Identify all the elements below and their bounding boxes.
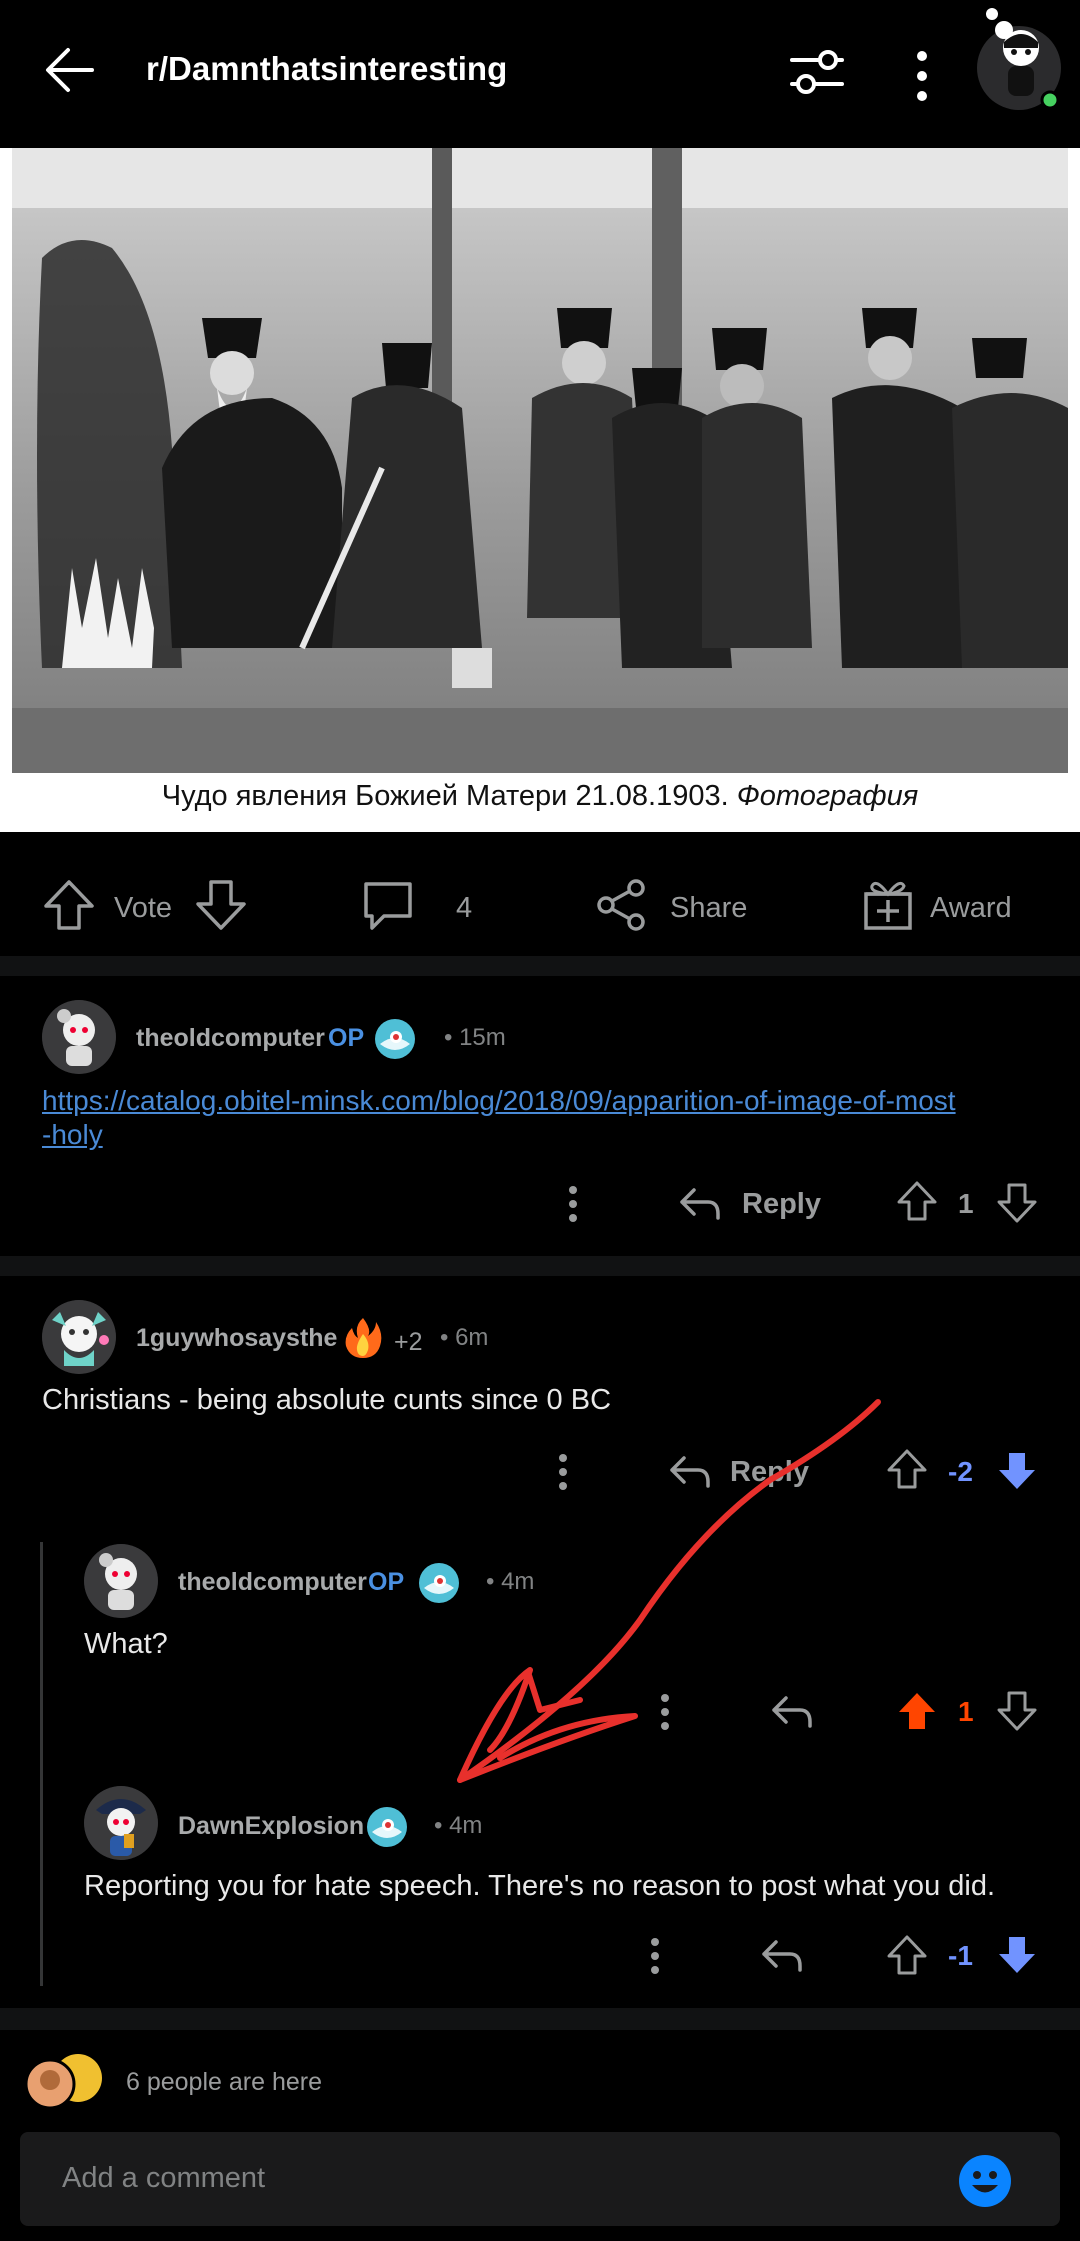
comment-score: -1 [948,1940,973,1971]
comment-username[interactable]: theoldcomputer [136,1024,325,1053]
presence-bar: 6 people are here [0,2020,1080,2130]
award-label[interactable]: Award [930,892,1012,925]
top-app-bar: r/Damnthatsinteresting [0,0,1080,148]
comment-link[interactable]: https://catalog.obitel-minsk.com/blog/20… [42,1084,1042,1152]
downvote-active-icon[interactable] [996,1450,1038,1492]
commenter-avatar[interactable] [42,1000,116,1074]
comment-username[interactable]: theoldcomputer [178,1568,367,1597]
comment-score: 1 [958,1188,974,1219]
upvote-icon[interactable] [886,1934,928,1976]
post-action-bar: Vote 4 Share Award [0,832,1080,956]
comment-username[interactable]: DawnExplosion [178,1812,364,1841]
share-label[interactable]: Share [670,892,747,925]
historical-photo [12,148,1068,773]
comment-body: What? [84,1628,168,1660]
comment-score: 1 [958,1696,974,1727]
back-arrow-icon[interactable] [40,40,100,100]
downvote-icon[interactable] [996,1182,1038,1224]
upvote-icon[interactable] [42,878,96,932]
emoji-icon[interactable] [958,2154,1012,2208]
caption-text: Чудо явления Божией Матери 21.08.1903. [161,780,737,812]
comment-thread-1: theoldcomputer OP • 15m https://catalog.… [0,976,1080,1256]
reply-button[interactable]: Reply [742,1188,821,1221]
flair-icon [374,1018,416,1060]
op-badge: OP [368,1568,405,1596]
commenter-avatar[interactable] [84,1544,158,1618]
vote-label: Vote [114,892,173,924]
comment-timestamp: • 4m [434,1812,483,1839]
commenter-avatar[interactable] [84,1786,158,1860]
op-badge: OP [328,1024,365,1052]
comment-count: 4 [456,892,473,924]
reply-icon[interactable] [760,1938,804,1974]
more-options-icon[interactable] [644,1936,666,1976]
upvote-icon[interactable] [896,1180,938,1222]
user-avatar[interactable] [974,8,1064,112]
divider [0,956,1080,976]
award-fire-icon [342,1316,384,1360]
reply-icon[interactable] [678,1186,722,1222]
presence-text: 6 people are here [126,2068,322,2096]
caption-italic: Фотография [736,780,919,812]
comment-icon[interactable] [362,880,414,932]
comment-score: -2 [948,1456,973,1487]
red-arrow-annotation [440,1390,900,1800]
comment-input[interactable]: Add a comment [20,2132,1060,2226]
divider [0,1256,1080,1276]
more-options-icon[interactable] [562,1184,584,1224]
comment-username[interactable]: 1guywhosaysthe [136,1324,337,1353]
sort-filter-icon[interactable] [788,46,846,98]
comment-timestamp: • 6m [440,1324,489,1351]
flair-icon [366,1806,408,1848]
upvote-active-icon[interactable] [896,1690,938,1732]
share-icon[interactable] [594,878,648,932]
more-options-icon[interactable] [904,48,940,104]
image-caption: Чудо явления Божией Матери 21.08.1903. Ф… [0,780,1080,813]
comment-body: Reporting you for hate speech. There's n… [84,1870,996,1902]
comment-input-placeholder[interactable]: Add a comment [62,2162,265,2195]
commenter-avatar[interactable] [42,1300,116,1374]
post-image[interactable]: Чудо явления Божией Матери 21.08.1903. Ф… [0,148,1080,832]
downvote-icon[interactable] [194,878,248,932]
award-count: +2 [394,1328,423,1356]
comment-timestamp: • 15m [444,1024,506,1051]
link-line-1[interactable]: https://catalog.obitel-minsk.com/blog/20… [42,1085,956,1116]
downvote-active-icon[interactable] [996,1934,1038,1976]
subreddit-title[interactable]: r/Damnthatsinteresting [146,50,507,88]
link-line-2[interactable]: -holy [42,1119,103,1150]
downvote-icon[interactable] [996,1690,1038,1732]
presence-avatars-icon [22,2050,106,2110]
award-icon[interactable] [862,876,914,932]
